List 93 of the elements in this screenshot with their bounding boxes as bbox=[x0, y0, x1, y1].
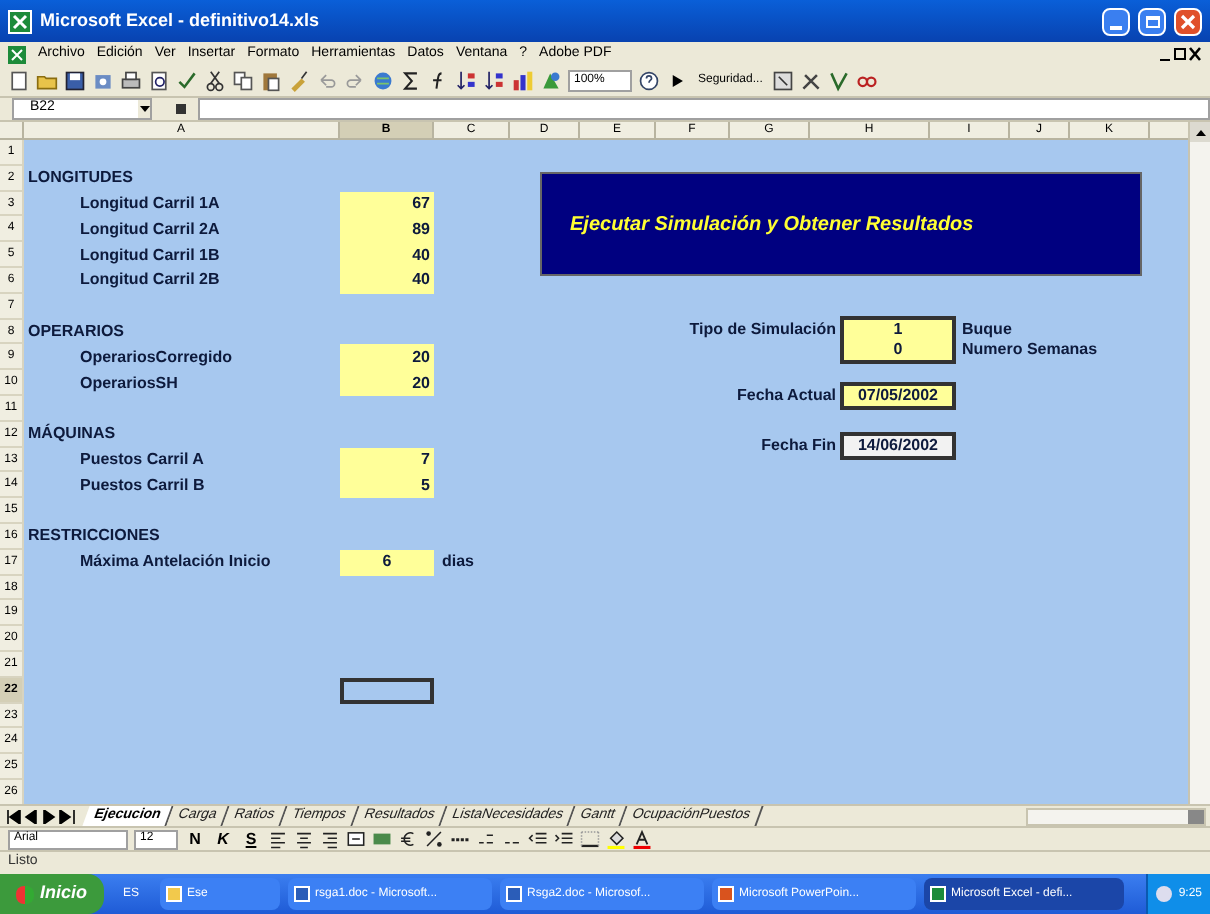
start-button[interactable]: Inicio bbox=[0, 874, 104, 914]
italic-button[interactable]: K bbox=[212, 827, 234, 851]
bold-button[interactable]: N bbox=[184, 827, 206, 851]
field-label: OperariosSH bbox=[78, 371, 178, 396]
open-folder-icon[interactable] bbox=[36, 70, 58, 92]
option-label: Numero Semanas bbox=[962, 340, 1098, 360]
input-cell[interactable]: 7 bbox=[340, 447, 434, 473]
visual-basic-icon[interactable] bbox=[828, 70, 851, 92]
section-heading: LONGITUDES bbox=[26, 166, 133, 191]
increase-indent-icon[interactable] bbox=[554, 828, 574, 850]
field-label: Longitud Carril 2A bbox=[78, 217, 220, 242]
fill-color-icon[interactable] bbox=[606, 828, 626, 850]
active-cell[interactable] bbox=[340, 677, 434, 704]
document-icon bbox=[293, 886, 310, 902]
run-simulation-button[interactable]: Ejecutar Simulación y Obtener Resultados bbox=[540, 172, 1142, 276]
field-label: OperariosCorregido bbox=[78, 345, 233, 370]
section-heading: OPERARIOS bbox=[26, 319, 125, 344]
minimize-button[interactable] bbox=[1102, 7, 1130, 35]
tools-icon[interactable] bbox=[800, 70, 823, 92]
drawing-tools-icon[interactable] bbox=[540, 70, 562, 92]
input-cell[interactable]: 5 bbox=[340, 472, 434, 499]
field-label: Puestos Carril B bbox=[78, 473, 205, 498]
paste-icon[interactable] bbox=[260, 70, 282, 92]
borders-icon[interactable] bbox=[580, 828, 600, 850]
spelling-check-icon[interactable] bbox=[176, 70, 198, 92]
control-toolbox-icon[interactable] bbox=[772, 70, 795, 92]
spreadsheet-icon bbox=[8, 45, 26, 63]
field-label: Fecha Actual bbox=[735, 384, 838, 408]
value-text: 1 bbox=[891, 320, 905, 340]
value-text: 07/05/2002 bbox=[855, 386, 941, 406]
align-left-icon[interactable] bbox=[268, 828, 288, 850]
tab-navigation-icon[interactable] bbox=[6, 809, 78, 823]
save-icon[interactable] bbox=[64, 70, 86, 92]
print-preview-icon[interactable] bbox=[148, 70, 170, 92]
value-box[interactable]: 07/05/2002 bbox=[840, 382, 956, 410]
tray-icon[interactable] bbox=[1156, 886, 1173, 902]
section-heading: RESTRICCIONES bbox=[26, 524, 160, 549]
windows-logo-icon bbox=[16, 885, 34, 903]
input-cell[interactable]: 89 bbox=[340, 216, 434, 243]
input-cell[interactable]: 20 bbox=[340, 344, 434, 371]
merge-cells-icon[interactable] bbox=[346, 828, 366, 850]
percent-icon[interactable] bbox=[424, 828, 444, 850]
font-color-icon[interactable] bbox=[632, 828, 652, 850]
copy-icon[interactable] bbox=[232, 70, 254, 92]
field-label: Longitud Carril 1A bbox=[78, 191, 220, 216]
document-icon bbox=[717, 886, 734, 902]
field-label: Máxima Antelación Inicio bbox=[78, 550, 271, 575]
field-label: Tipo de Simulación bbox=[687, 318, 838, 342]
document-icon bbox=[505, 886, 522, 902]
document-icon bbox=[929, 886, 946, 902]
sort-ascending-icon[interactable] bbox=[456, 70, 478, 92]
vertical-scrollbar[interactable] bbox=[1188, 122, 1210, 804]
input-cell[interactable]: 40 bbox=[340, 242, 434, 268]
input-cell[interactable]: 67 bbox=[340, 191, 434, 217]
align-right-icon[interactable] bbox=[320, 828, 340, 850]
option-label: Buque bbox=[962, 320, 1014, 340]
align-center-icon[interactable] bbox=[294, 828, 314, 850]
unit-label: dias bbox=[440, 550, 475, 575]
formula-input[interactable] bbox=[198, 98, 1210, 120]
document-window-controls-icon[interactable] bbox=[1158, 46, 1202, 62]
globe-link-icon[interactable] bbox=[372, 70, 394, 92]
maximize-button[interactable] bbox=[1138, 7, 1166, 35]
field-label: Longitud Carril 2B bbox=[78, 268, 220, 293]
input-cell[interactable]: 40 bbox=[340, 267, 434, 294]
increase-decimal-icon[interactable] bbox=[476, 828, 496, 850]
section-heading: MÁQUINAS bbox=[26, 422, 116, 447]
window-title: Microsoft Excel - definitivo14.xls bbox=[40, 7, 322, 34]
euro-icon[interactable] bbox=[398, 828, 418, 850]
horizontal-scrollbar[interactable] bbox=[1026, 807, 1206, 825]
value-text: 14/06/2002 bbox=[855, 436, 941, 456]
input-cell[interactable]: 6 bbox=[340, 549, 434, 576]
format-painter-icon[interactable] bbox=[288, 70, 310, 92]
spreadsheet-icon bbox=[8, 9, 32, 33]
input-cell[interactable]: 20 bbox=[340, 370, 434, 396]
sort-descending-icon[interactable] bbox=[484, 70, 506, 92]
close-icon bbox=[1180, 13, 1196, 29]
folder-icon bbox=[165, 886, 182, 902]
new-file-icon[interactable] bbox=[8, 70, 30, 92]
value-box[interactable]: 1 0 bbox=[840, 316, 956, 364]
chart-icon[interactable] bbox=[512, 70, 534, 92]
underline-button[interactable]: S bbox=[240, 827, 262, 851]
field-label: Puestos Carril A bbox=[78, 447, 204, 472]
close-button[interactable] bbox=[1174, 7, 1202, 35]
field-label: Fecha Fin bbox=[759, 434, 838, 458]
cut-icon[interactable] bbox=[204, 70, 226, 92]
help-icon[interactable] bbox=[638, 70, 660, 92]
sum-icon[interactable] bbox=[400, 70, 422, 92]
decrease-indent-icon[interactable] bbox=[528, 828, 548, 850]
scroll-up-icon[interactable] bbox=[1195, 129, 1205, 135]
value-text: 0 bbox=[891, 340, 905, 360]
dropdown-arrow-icon[interactable] bbox=[139, 106, 149, 112]
field-label: Longitud Carril 1B bbox=[78, 243, 220, 268]
print-icon[interactable] bbox=[120, 70, 142, 92]
